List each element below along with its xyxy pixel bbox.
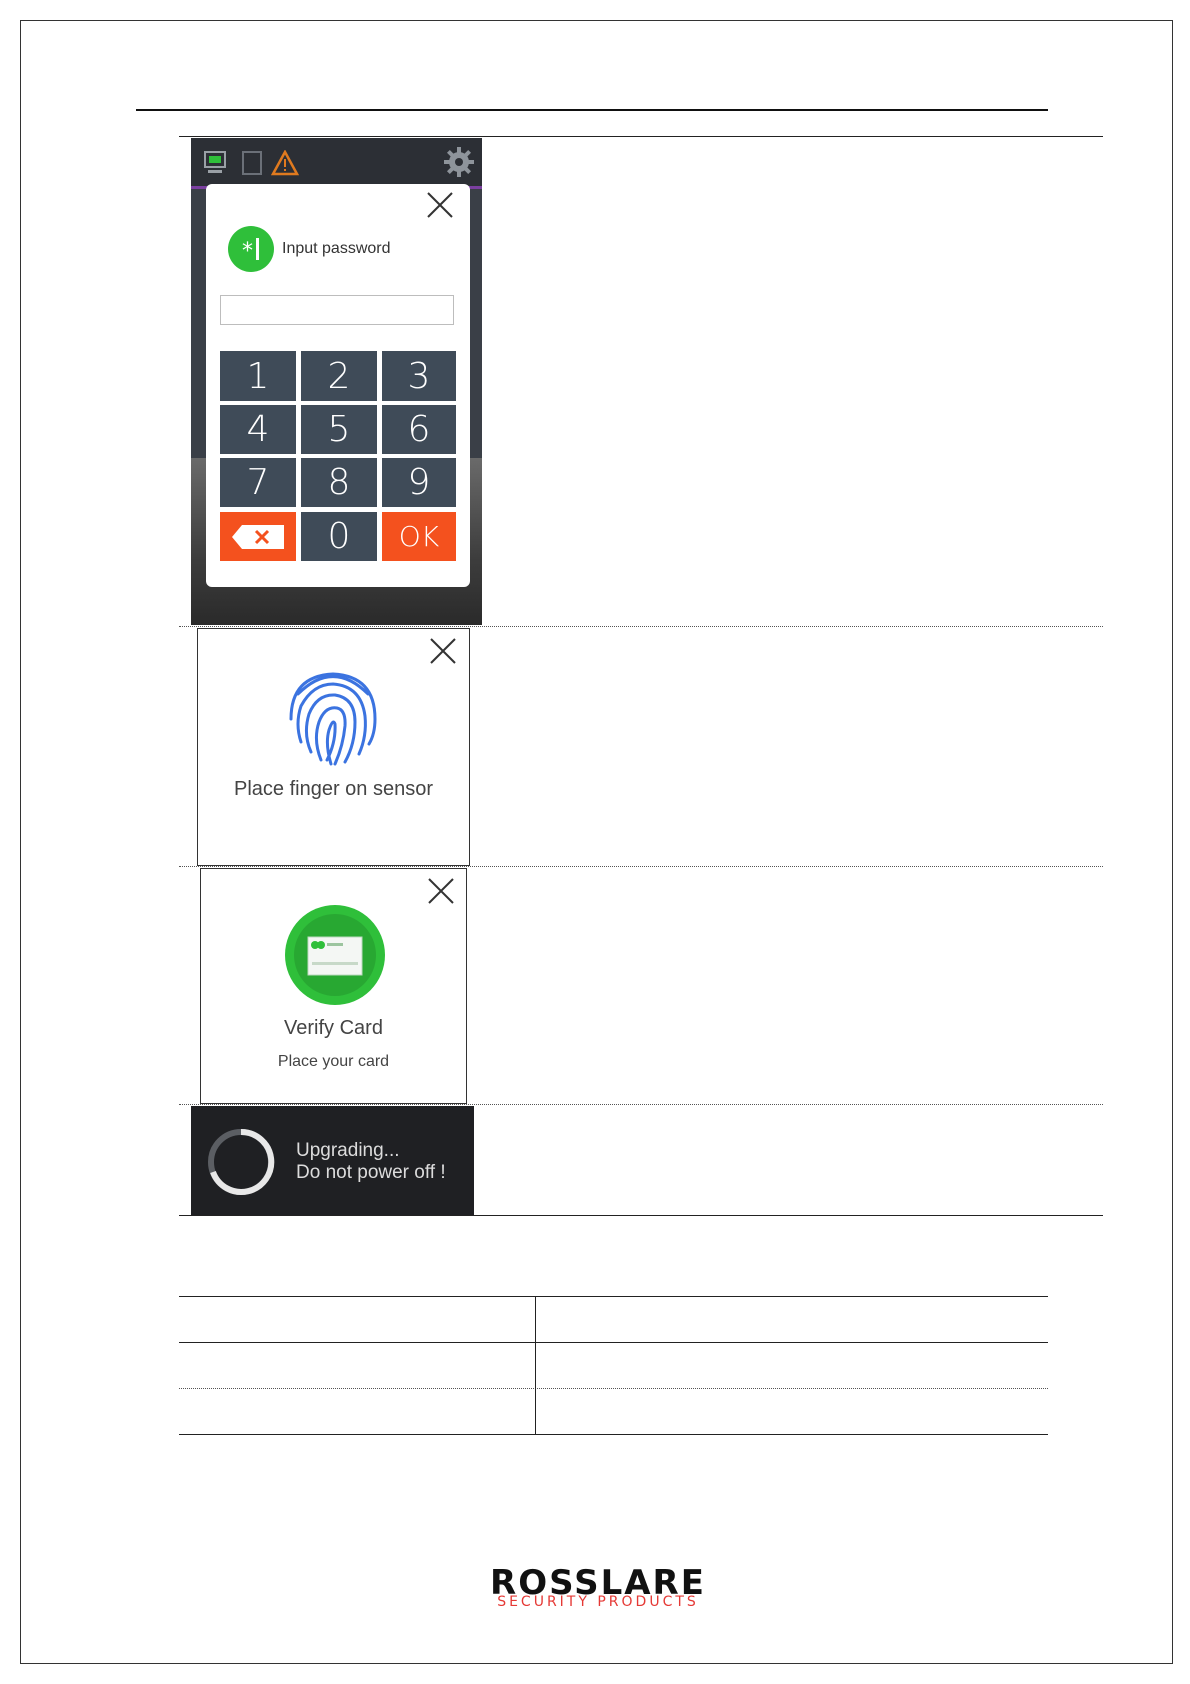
password-icon: * <box>228 226 274 272</box>
backspace-icon <box>232 524 284 549</box>
key-5[interactable]: 5 <box>301 405 377 454</box>
fingerprint-close-icon[interactable] <box>428 636 458 666</box>
table-top-rule <box>179 136 1103 137</box>
key-9[interactable]: 9 <box>382 458 456 507</box>
fingerprint-message: Place finger on sensor <box>233 778 433 800</box>
key-3-label: 3 <box>407 355 431 397</box>
key-9-label: 9 <box>407 462 431 503</box>
spinner-icon <box>208 1128 275 1195</box>
table2-row-dotted-rule <box>179 1388 1048 1389</box>
header-rule <box>136 109 1048 111</box>
key-8-label: 8 <box>327 462 351 503</box>
ok-button[interactable]: OK <box>382 512 456 561</box>
row-divider-3 <box>179 1104 1103 1105</box>
key-6[interactable]: 6 <box>382 405 456 454</box>
key-3[interactable]: 3 <box>382 351 456 401</box>
verify-card-subtitle: Place your card <box>277 1053 390 1070</box>
key-7-label: 7 <box>246 462 270 503</box>
upgrading-line1: Upgrading... <box>296 1140 400 1161</box>
warning-icon <box>271 150 299 176</box>
fingerprint-icon <box>289 672 377 766</box>
key-4-label: 4 <box>246 409 270 450</box>
key-7[interactable]: 7 <box>220 458 296 507</box>
key-6-label: 6 <box>407 409 431 450</box>
table-bottom-rule <box>179 1215 1103 1216</box>
table2-column-divider <box>535 1296 536 1434</box>
table2-top-rule <box>179 1296 1048 1297</box>
password-dialog-title: Input password <box>282 240 391 257</box>
card-close-icon[interactable] <box>426 876 456 906</box>
svg-text:*: * <box>242 239 253 264</box>
rosslare-logo-subtitle: SECURITY PRODUCTS <box>497 1594 699 1610</box>
table2-row-rule <box>179 1342 1048 1343</box>
upgrading-line2: Do not power off ! <box>296 1162 446 1183</box>
row-divider-2 <box>179 866 1103 867</box>
status-bar <box>191 138 482 186</box>
card-reader-icon <box>242 151 262 175</box>
key-2[interactable]: 2 <box>301 351 377 401</box>
backspace-key[interactable] <box>220 512 296 561</box>
key-0-label: 0 <box>327 516 351 557</box>
password-close-icon[interactable] <box>425 190 455 220</box>
ok-button-label: OK <box>398 520 440 553</box>
password-input[interactable] <box>220 295 454 325</box>
key-0[interactable]: 0 <box>301 512 377 561</box>
table2-bottom-rule <box>179 1434 1048 1435</box>
key-4[interactable]: 4 <box>220 405 296 454</box>
key-1-label: 1 <box>246 355 270 397</box>
key-2-label: 2 <box>327 355 351 397</box>
key-8[interactable]: 8 <box>301 458 377 507</box>
card-icon <box>285 905 385 1005</box>
monitor-icon <box>204 151 226 173</box>
key-5-label: 5 <box>327 409 351 450</box>
settings-gear-icon[interactable] <box>443 146 475 178</box>
verify-card-title: Verify Card <box>284 1017 383 1039</box>
row-divider-1 <box>179 626 1103 627</box>
key-1[interactable]: 1 <box>220 351 296 401</box>
